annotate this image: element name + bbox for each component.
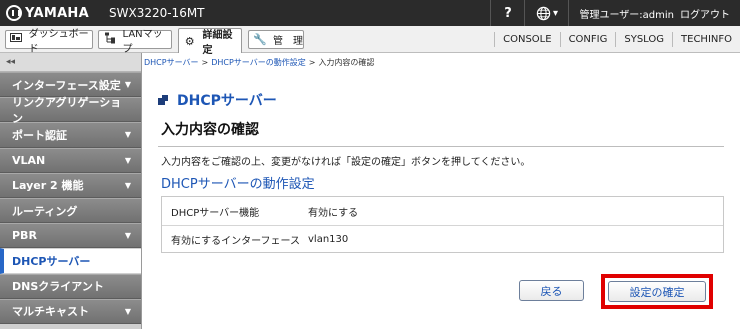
dashboard-icon	[10, 32, 23, 47]
breadcrumb-separator: >	[308, 58, 316, 67]
tab-dashboard[interactable]: ダッシュボード	[5, 29, 93, 55]
sidebar-item-dhcp-server[interactable]: DHCPサーバー	[0, 248, 141, 274]
yamaha-logo-mark-icon	[6, 5, 22, 21]
tab-advanced-settings-label: 詳細設定	[202, 30, 233, 56]
logout-link[interactable]: ログアウト	[680, 6, 730, 21]
sidebar-item-label: VLAN	[12, 153, 46, 167]
console-link[interactable]: CONSOLE	[494, 32, 559, 47]
help-icon: ?	[504, 5, 512, 21]
setting-label: 有効にするインターフェース	[171, 236, 300, 247]
double-chevron-left-icon: ◂◂	[6, 57, 16, 67]
settings-table: DHCPサーバー機能 有効にする 有効にするインターフェース vlan130	[161, 196, 724, 253]
setting-label: DHCPサーバー機能	[171, 207, 260, 219]
sidebar-item-label: インターフェース設定	[12, 78, 121, 92]
breadcrumb-current: 入力内容の確認	[318, 58, 375, 67]
user-label: 管理ユーザー:admin	[579, 9, 674, 21]
chevron-down-icon: ▼	[124, 80, 131, 90]
techinfo-link[interactable]: TECHINFO	[672, 32, 740, 47]
instruction-text: 入力内容をご確認の上、変更がなければ「設定の確定」ボタンを押してください。	[161, 157, 531, 168]
lan-map-icon	[103, 32, 117, 47]
chevron-down-icon: ▼	[124, 130, 131, 140]
tab-advanced-settings[interactable]: ⚙ 詳細設定	[178, 28, 242, 56]
sidebar-item-label: ポート認証	[12, 128, 67, 142]
sidebar-item-label: PBR	[12, 229, 37, 243]
confirm-settings-button[interactable]: 設定の確定	[608, 281, 706, 302]
config-link[interactable]: CONFIG	[559, 32, 616, 47]
sidebar-item-label: ルーティング	[12, 204, 78, 218]
section-icon	[158, 95, 168, 105]
confirm-highlight: 設定の確定	[601, 274, 713, 309]
sidebar-item-vlan[interactable]: VLAN ▼	[0, 147, 141, 173]
chevron-down-icon: ▼	[124, 231, 131, 241]
tab-lan-map-label: LANマップ	[122, 28, 163, 55]
wrench-icon: 🔧	[253, 33, 267, 46]
sidebar-item-label: マルチキャスト	[12, 305, 89, 319]
sidebar-item-routing[interactable]: ルーティング	[0, 197, 141, 224]
section-divider	[158, 146, 724, 147]
sidebar-item-label: Layer 2 機能	[12, 179, 84, 193]
breadcrumb-dhcp-settings[interactable]: DHCPサーバーの動作設定	[211, 57, 306, 68]
tab-management[interactable]: 🔧 管 理	[248, 30, 304, 49]
help-button[interactable]: ?	[490, 0, 524, 26]
breadcrumb-dhcp-server[interactable]: DHCPサーバー	[144, 57, 199, 68]
table-row: 有効にするインターフェース vlan130	[162, 225, 723, 253]
sidebar-item-dns-client[interactable]: DNSクライアント	[0, 273, 141, 299]
gear-icon: ⚙	[184, 34, 195, 48]
tab-dashboard-label: ダッシュボード	[28, 28, 89, 55]
sidebar-collapse-button[interactable]: ◂◂	[0, 53, 141, 72]
setting-value: 有効にする	[308, 207, 359, 219]
breadcrumb-separator: >	[201, 58, 209, 67]
user-area: 管理ユーザー:admin ログアウト	[568, 0, 740, 26]
chevron-down-icon: ▾	[552, 7, 558, 19]
sidebar-item-label: DHCPサーバー	[12, 254, 91, 268]
section-title: 入力内容の確認	[161, 122, 259, 138]
sidebar-item-label: DNSクライアント	[12, 280, 104, 294]
tab-management-label: 管 理	[273, 36, 303, 47]
language-button[interactable]: ▾	[524, 0, 568, 26]
subsection-title: DHCPサーバーの動作設定	[161, 177, 315, 192]
page-title-text: DHCPサーバー	[177, 93, 277, 109]
main-content: DHCPサーバー > DHCPサーバーの動作設定 > 入力内容の確認 DHCPサ…	[143, 53, 740, 329]
chevron-down-icon: ▼	[124, 180, 131, 190]
brand-name: YAMAHA	[25, 5, 89, 21]
chevron-down-icon: ▼	[124, 155, 131, 165]
sidebar-item-multicast[interactable]: マルチキャスト ▼	[0, 298, 141, 324]
table-row: DHCPサーバー機能 有効にする	[162, 197, 723, 225]
tab-lan-map[interactable]: LANマップ	[98, 29, 172, 55]
chevron-down-icon: ▼	[124, 306, 131, 316]
sidebar-item-layer2[interactable]: Layer 2 機能 ▼	[0, 172, 141, 198]
back-button[interactable]: 戻る	[519, 280, 584, 301]
sidebar-item-label: リンクアグリゲーション	[12, 95, 122, 125]
page-title: DHCPサーバー	[158, 90, 277, 110]
sidebar: ◂◂ インターフェース設定 ▼ リンクアグリゲーション ポート認証 ▼ VLAN…	[0, 53, 142, 329]
header-actions: ? ▾ 管理ユーザー:admin ログアウト	[490, 0, 740, 26]
tool-links: CONSOLE CONFIG SYSLOG TECHINFO	[494, 26, 740, 53]
syslog-link[interactable]: SYSLOG	[615, 32, 672, 47]
globe-icon	[536, 6, 551, 20]
device-model: SWX3220-16MT	[108, 6, 205, 20]
yamaha-logo: YAMAHA	[6, 5, 89, 21]
breadcrumb: DHCPサーバー > DHCPサーバーの動作設定 > 入力内容の確認	[143, 53, 740, 72]
sidebar-item-port-auth[interactable]: ポート認証 ▼	[0, 122, 141, 148]
setting-value: vlan130	[308, 234, 349, 245]
top-header: YAMAHA SWX3220-16MT ? ▾ 管理ユーザー:admin ログア…	[0, 0, 740, 26]
sidebar-item-link-aggregation[interactable]: リンクアグリゲーション	[0, 96, 141, 125]
sidebar-item-pbr[interactable]: PBR ▼	[0, 223, 141, 249]
